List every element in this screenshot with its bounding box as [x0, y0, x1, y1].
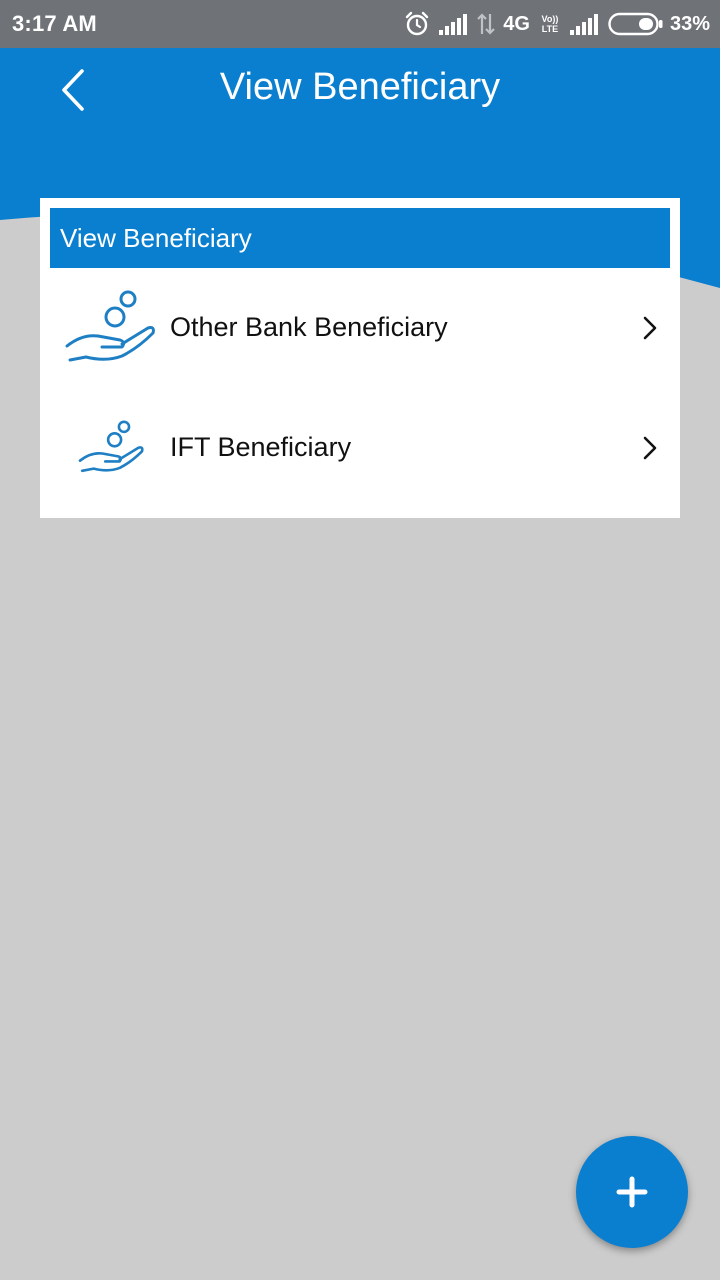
plus-icon — [616, 1176, 648, 1208]
hand-coins-icon — [65, 290, 155, 362]
data-arrows-icon — [477, 13, 496, 35]
volte-bottom-label: LTE — [541, 24, 559, 34]
card-title: View Beneficiary — [50, 208, 670, 268]
volte-icon: Vo)) LTE — [538, 14, 562, 34]
status-icons: 4G Vo)) LTE 33% — [395, 8, 710, 40]
app-screen: 3:17 AM 4G Vo)) LTE 33% View Beneficiary… — [0, 0, 720, 1280]
list-item-label: IFT Beneficiary — [170, 432, 352, 462]
chevron-right-icon — [643, 316, 657, 340]
list-item-label: Other Bank Beneficiary — [170, 312, 448, 342]
battery-icon — [608, 12, 663, 36]
battery-percent: 33% — [669, 12, 710, 35]
list-item-other-bank-beneficiary[interactable]: Other Bank Beneficiary — [40, 270, 680, 388]
chevron-right-icon — [643, 436, 657, 460]
alarm-icon — [406, 11, 429, 36]
network-type: 4G — [503, 12, 530, 35]
signal-icon — [569, 14, 598, 35]
add-beneficiary-button[interactable] — [576, 1136, 688, 1248]
status-bar: 3:17 AM 4G Vo)) LTE 33% — [0, 0, 720, 48]
list-item-ift-beneficiary[interactable]: IFT Beneficiary — [40, 390, 680, 508]
signal-icon — [439, 14, 468, 35]
page-title: View Beneficiary — [219, 66, 501, 108]
status-time: 3:17 AM — [12, 11, 97, 36]
hand-coins-icon — [78, 420, 144, 473]
volte-top-label: Vo)) — [541, 14, 559, 24]
beneficiary-card: View Beneficiary Other Bank Beneficiary … — [40, 198, 680, 518]
